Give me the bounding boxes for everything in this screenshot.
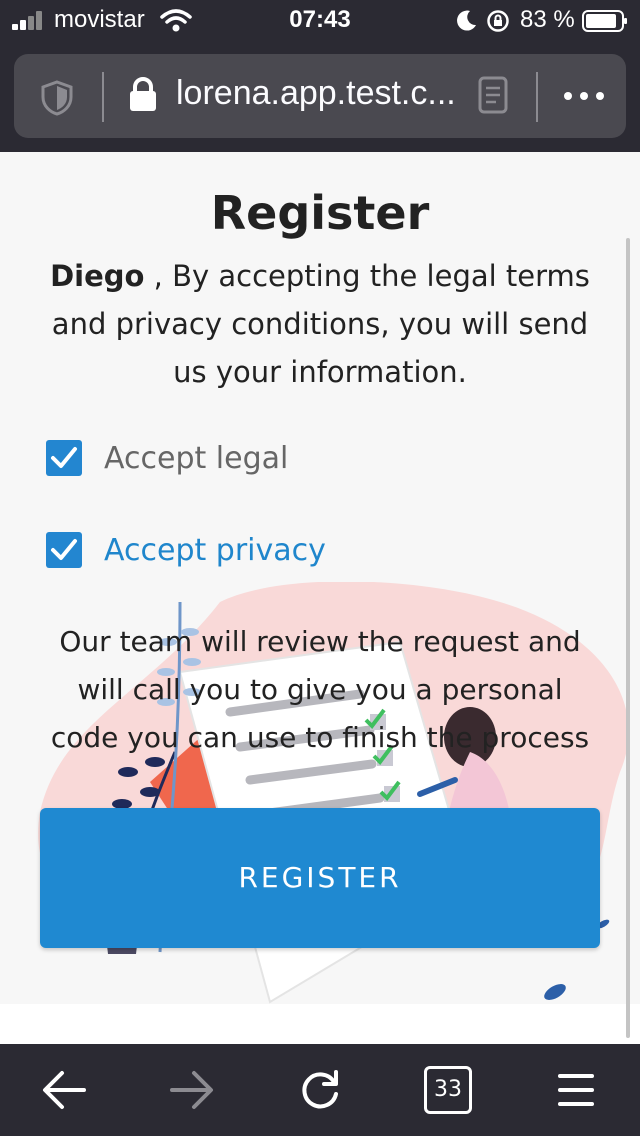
reader-view-icon[interactable] [478,76,508,114]
reload-icon[interactable] [294,1064,346,1116]
intro-text: Diego , By accepting the legal terms and… [40,252,600,396]
review-notice: Our team will review the request and wil… [50,625,590,754]
forward-arrow-icon[interactable] [166,1064,218,1116]
address-bar[interactable]: lorena.app.test.c... [14,54,626,138]
accept-legal-label[interactable]: Accept legal [104,441,288,476]
status-bar: movistar 07:43 83 % [0,0,640,42]
lock-icon[interactable] [128,76,158,112]
battery-icon [582,10,627,32]
page-title: Register [210,186,430,240]
user-name: Diego [50,259,145,293]
checkmark-icon [51,539,77,560]
register-button[interactable]: REGISTER [40,808,600,948]
browser-toolbar: 33 [0,1044,640,1136]
web-page: Register Diego , By accepting the legal … [0,152,640,1044]
page-scrollbar[interactable] [626,238,630,1038]
checkmark-icon [51,447,77,468]
browser-header: lorena.app.test.c... [0,42,640,152]
url-text[interactable]: lorena.app.test.c... [176,74,456,113]
accept-privacy-checkbox[interactable] [46,532,82,568]
accept-legal-checkbox[interactable] [46,440,82,476]
tracking-protection-shield-icon[interactable] [40,80,74,116]
accept-privacy-row[interactable]: Accept privacy [46,530,326,570]
battery-percent: 83 % [520,6,575,33]
menu-icon[interactable] [550,1064,602,1116]
accept-privacy-label[interactable]: Accept privacy [104,533,326,568]
more-options-icon[interactable] [560,82,608,110]
moon-icon [457,10,476,31]
rotation-lock-icon [487,10,509,32]
divider [536,72,538,122]
tabs-button[interactable]: 33 [424,1066,472,1114]
back-arrow-icon[interactable] [38,1064,90,1116]
accept-legal-row[interactable]: Accept legal [46,438,288,478]
divider [102,72,104,122]
